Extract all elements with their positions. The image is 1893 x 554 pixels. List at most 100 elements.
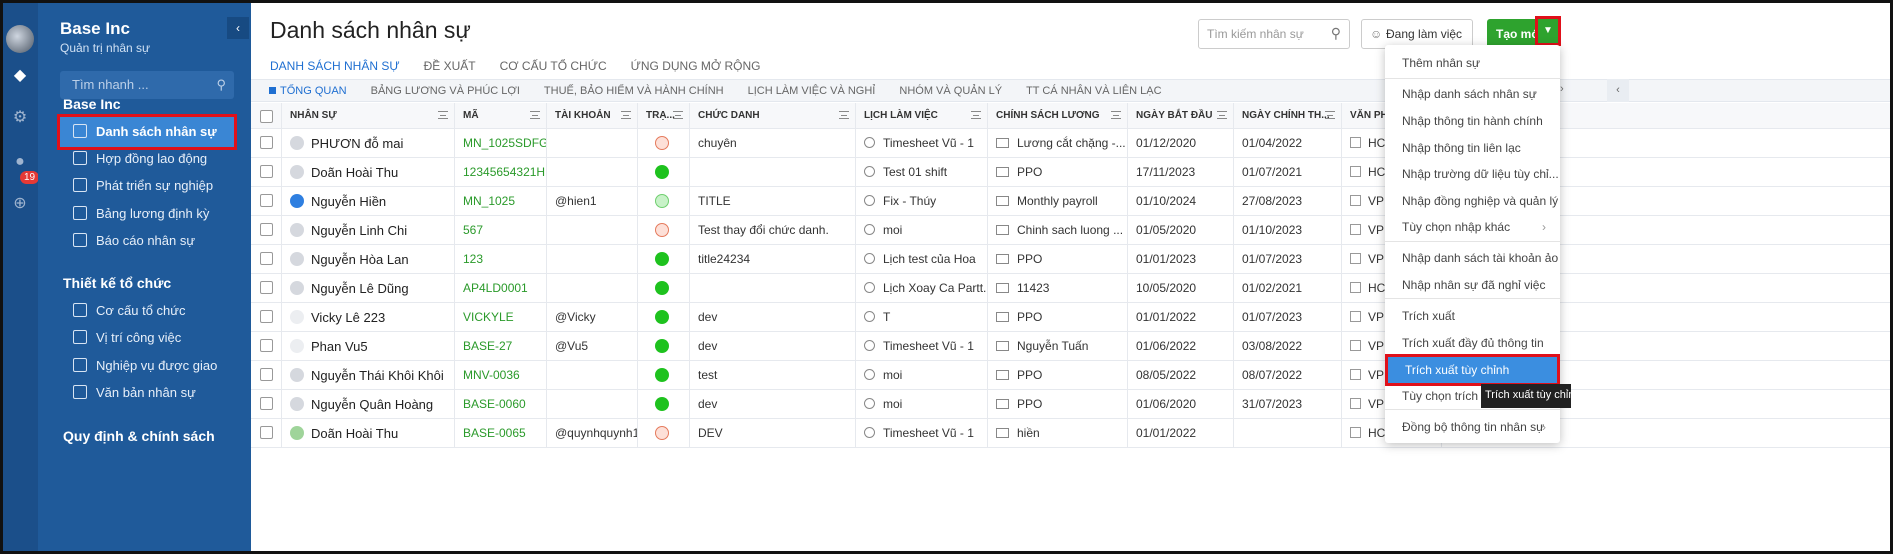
menu-import-colleagues[interactable]: Nhập đồng nghiệp và quản lý — [1385, 188, 1560, 214]
column-header[interactable]: TRẠ... — [638, 103, 690, 128]
cell-title: chuyên — [690, 129, 856, 157]
cell-code: BASE-0065 — [455, 419, 547, 447]
row-checkbox[interactable] — [260, 368, 273, 381]
menu-import-other[interactable]: Tùy chọn nhập khác › — [1385, 214, 1560, 240]
sidebar-item-label: Báo cáo nhân sự — [96, 233, 196, 248]
filter-icon[interactable] — [438, 111, 448, 119]
sidebar-item-duties[interactable]: Nghiệp vụ được giao — [60, 351, 234, 381]
employee-search-input[interactable]: Tìm kiếm nhân sự ⚲ — [1198, 19, 1350, 49]
table-row[interactable]: Nguyễn Thái Khôi Khôi MNV-0036 test moi PPO 0… — [251, 361, 1890, 390]
sidebar-item-org-structure[interactable]: Cơ cấu tổ chức — [60, 296, 234, 326]
clock-icon — [864, 369, 875, 380]
status-dot — [655, 281, 669, 295]
subtab-personal[interactable]: TT CÁ NHÂN VÀ LIÊN LẠC — [1026, 80, 1162, 101]
filter-icon[interactable] — [530, 111, 540, 119]
filter-icon[interactable] — [1325, 111, 1335, 119]
column-header[interactable]: NGÀY BẮT ĐẦU — [1128, 103, 1234, 128]
sidebar-item-career[interactable]: Phát triển sự nghiệp — [60, 171, 234, 201]
collapse-sidebar-button[interactable]: ‹ — [227, 17, 249, 39]
column-header[interactable]: CHỨC DANH — [690, 103, 856, 128]
quick-search-input[interactable]: Tìm nhanh ... ⚲ — [60, 71, 234, 99]
menu-export-full[interactable]: Trích xuất đầy đủ thông tin — [1385, 330, 1560, 356]
column-header[interactable]: LỊCH LÀM VIỆC — [856, 103, 988, 128]
scroll-right-icon[interactable]: › — [1560, 83, 1564, 95]
column-header-label: NHÂN SỰ — [290, 110, 337, 121]
add-icon[interactable]: ⊕ — [11, 195, 29, 213]
row-checkbox[interactable] — [260, 426, 273, 439]
table-row[interactable]: Vicky Lê 223 VICKYLE @Vicky dev T PPO 01/01/20… — [251, 303, 1890, 332]
sidebar-item-label: Vị trí công việc — [96, 330, 182, 345]
column-header[interactable]: TÀI KHOẢN — [547, 103, 638, 128]
column-header[interactable]: NHÂN SỰ — [282, 103, 455, 128]
column-header[interactable]: NGÀY CHÍNH TH... — [1234, 103, 1342, 128]
row-checkbox[interactable] — [260, 252, 273, 265]
menu-add-employee[interactable]: Thêm nhân sự — [1385, 50, 1560, 76]
menu-import-custom-fields[interactable]: Nhập trường dữ liệu tùy chỉ... — [1385, 161, 1560, 187]
sidebar-item-payroll[interactable]: Bảng lương định kỳ — [60, 199, 234, 229]
column-header[interactable]: CHÍNH SÁCH LƯƠNG — [988, 103, 1128, 128]
flag-icon — [73, 178, 87, 192]
table-row[interactable]: Doãn Hoài Thu 12345654321H Test 01 shift PP… — [251, 158, 1890, 187]
row-checkbox[interactable] — [260, 310, 273, 323]
row-checkbox[interactable] — [260, 165, 273, 178]
cell-text: PHƯƠN đỗ mai — [311, 136, 404, 151]
payroll-icon — [996, 283, 1009, 293]
sidebar-item-reports[interactable]: Báo cáo nhân sự — [60, 226, 234, 256]
filter-icon[interactable] — [621, 111, 631, 119]
status-dot — [655, 397, 669, 411]
row-checkbox[interactable] — [260, 223, 273, 236]
sidebar-item-documents[interactable]: Văn bản nhân sự — [60, 378, 234, 408]
cell-text: 08/07/2022 — [1242, 368, 1303, 382]
menu-import-list[interactable]: Nhập danh sách nhân sự — [1385, 81, 1560, 107]
subtab-tax[interactable]: THUẾ, BẢO HIỂM VÀ HÀNH CHÍNH — [544, 80, 724, 101]
select-all-checkbox[interactable] — [260, 110, 273, 123]
cell-text: Nguyễn Quân Hoàng — [311, 397, 434, 412]
sidebar-item-positions[interactable]: Vị trí công việc — [60, 323, 234, 353]
filter-icon[interactable] — [673, 111, 683, 119]
table-row[interactable]: Nguyễn Hòa Lan 123 title24234 Lịch test của… — [251, 245, 1890, 274]
row-checkbox[interactable] — [260, 136, 273, 149]
table-row[interactable]: PHƯƠN đỗ mai MN_1025SDFGDF chuyên Timesheet… — [251, 129, 1890, 158]
table-row[interactable]: Nguyễn Hiền MN_1025 @hien1 TITLE Fix - Thúy M… — [251, 187, 1890, 216]
cell-text: 01/06/2020 — [1136, 397, 1197, 411]
table-row[interactable]: Phan Vu5 BASE-27 @Vu5 dev Timesheet Vũ - 1 Ng… — [251, 332, 1890, 361]
base-app-icon[interactable]: ◆ — [11, 67, 29, 85]
menu-export[interactable]: Trích xuất — [1385, 303, 1560, 329]
table-row[interactable]: Nguyễn Quân Hoàng BASE-0060 dev moi PPO 01/06… — [251, 390, 1890, 419]
row-checkbox[interactable] — [260, 397, 273, 410]
cell-account: @Vu5 — [547, 332, 638, 360]
filter-icon[interactable] — [971, 111, 981, 119]
cell-text: 01/07/2023 — [1242, 310, 1303, 324]
cell-text: Test thay đổi chức danh. — [698, 223, 829, 237]
cell-text: 01/02/2021 — [1242, 281, 1303, 295]
menu-import-resigned[interactable]: Nhập nhân sự đã nghỉ việc — [1385, 272, 1560, 298]
subtab-overview[interactable]: TỔNG QUAN — [269, 80, 347, 101]
sidebar-item-employee-list[interactable]: Danh sách nhân sự — [57, 114, 237, 150]
filter-icon[interactable] — [1111, 111, 1121, 119]
menu-import-contact[interactable]: Nhập thông tin liên lạc — [1385, 135, 1560, 161]
column-header[interactable]: MÃ — [455, 103, 547, 128]
menu-export-custom[interactable]: Trích xuất tùy chỉnh — [1385, 354, 1560, 386]
filter-icon[interactable] — [839, 111, 849, 119]
filter-icon[interactable] — [1217, 111, 1227, 119]
table-row[interactable]: Doãn Hoài Thu BASE-0065 @quynhquynh1 DEV Tim… — [251, 419, 1890, 448]
sidebar-item-contracts[interactable]: Hợp đồng lao động — [60, 144, 234, 174]
table-row[interactable]: Nguyễn Linh Chi 567 Test thay đổi chức dan… — [251, 216, 1890, 245]
gear-icon[interactable]: ⚙ — [11, 109, 29, 127]
menu-import-admin[interactable]: Nhập thông tin hành chính — [1385, 108, 1560, 134]
table-row[interactable]: Nguyễn Lê Dũng AP4LD0001 Lịch Xoay Ca Part… — [251, 274, 1890, 303]
menu-import-virtual-accounts[interactable]: Nhập danh sách tài khoản ảo — [1385, 245, 1560, 271]
row-checkbox[interactable] — [260, 339, 273, 352]
subtab-payroll[interactable]: BẢNG LƯƠNG VÀ PHÚC LỢI — [371, 80, 520, 101]
row-checkbox[interactable] — [260, 281, 273, 294]
bell-icon[interactable]: ● — [11, 153, 29, 171]
menu-sync-employee-info[interactable]: Đồng bộ thông tin nhân sự › — [1385, 414, 1560, 440]
avatar — [290, 281, 304, 295]
account-avatar[interactable] — [6, 25, 34, 53]
subtab-groups[interactable]: NHÓM VÀ QUẢN LÝ — [899, 80, 1002, 101]
subtab-schedule[interactable]: LỊCH LÀM VIỆC VÀ NGHỈ — [748, 80, 876, 101]
create-dropdown-toggle[interactable]: ▼ — [1535, 16, 1561, 46]
row-checkbox[interactable] — [260, 194, 273, 207]
cell-start: 01/01/2022 — [1128, 419, 1234, 447]
subtab-prev-button[interactable]: ‹ — [1607, 79, 1629, 102]
